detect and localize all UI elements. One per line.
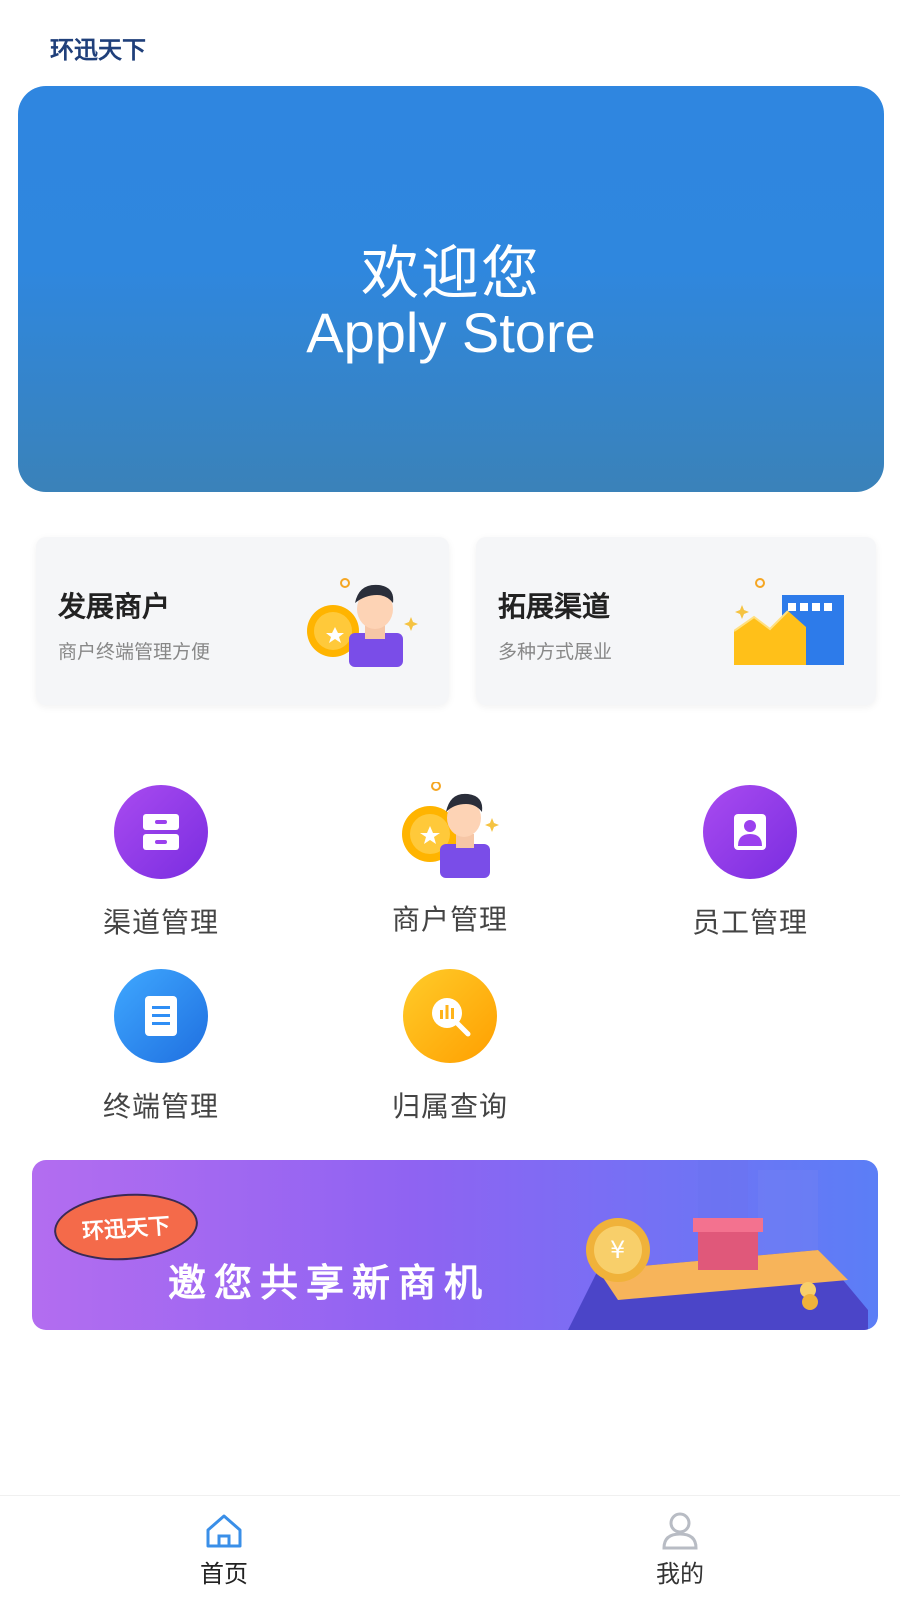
develop-merchant-card[interactable]: 发展商户 商户终端管理方便	[36, 537, 449, 705]
grid-label: 商户管理	[391, 903, 508, 936]
grid-label: 员工管理	[691, 906, 808, 939]
search-chart-icon	[403, 969, 497, 1063]
tab-label: 我的	[656, 1560, 704, 1588]
terminal-management-button[interactable]: 终端管理	[61, 966, 261, 1125]
store-name: Apply Store	[306, 301, 596, 364]
channel-growth-illustration-icon	[734, 578, 844, 665]
document-icon	[114, 969, 208, 1063]
card-subtitle: 商户终端管理方便	[58, 641, 211, 663]
tab-home[interactable]: 首页	[164, 1510, 284, 1589]
tab-mine[interactable]: 我的	[620, 1510, 740, 1589]
drawer-icon	[114, 785, 208, 879]
svg-text:¥: ¥	[610, 1236, 625, 1264]
card-title: 发展商户	[58, 590, 171, 623]
bottom-tabbar: 首页 我的	[0, 1495, 900, 1600]
promo-banner[interactable]: 环迅天下 邀您共享新商机 ¥	[32, 1160, 878, 1330]
user-icon	[662, 1512, 698, 1550]
card-title: 拓展渠道	[498, 590, 611, 623]
grid-label: 终端管理	[102, 1090, 219, 1123]
grid-label: 渠道管理	[102, 906, 219, 939]
merchant-management-button[interactable]: 商户管理	[350, 781, 550, 938]
tab-label: 首页	[200, 1560, 248, 1588]
merchant-icon	[402, 781, 499, 878]
employee-icon	[703, 785, 797, 879]
channel-management-button[interactable]: 渠道管理	[61, 782, 261, 941]
merchant-illustration-icon	[307, 578, 418, 667]
home-icon	[206, 1514, 242, 1548]
business-illustration-icon: ¥	[568, 1160, 868, 1330]
welcome-text: 欢迎您	[360, 239, 541, 307]
grid-label: 归属查询	[391, 1090, 508, 1123]
employee-management-button[interactable]: 员工管理	[650, 782, 850, 941]
expand-channel-card[interactable]: 拓展渠道 多种方式展业	[476, 537, 876, 705]
app-title: 环迅天下	[50, 36, 146, 64]
affiliation-query-button[interactable]: 归属查询	[350, 966, 550, 1125]
welcome-banner: 欢迎您 Apply Store	[18, 86, 884, 492]
card-subtitle: 多种方式展业	[498, 641, 613, 663]
promo-text: 邀您共享新商机	[168, 1261, 491, 1305]
